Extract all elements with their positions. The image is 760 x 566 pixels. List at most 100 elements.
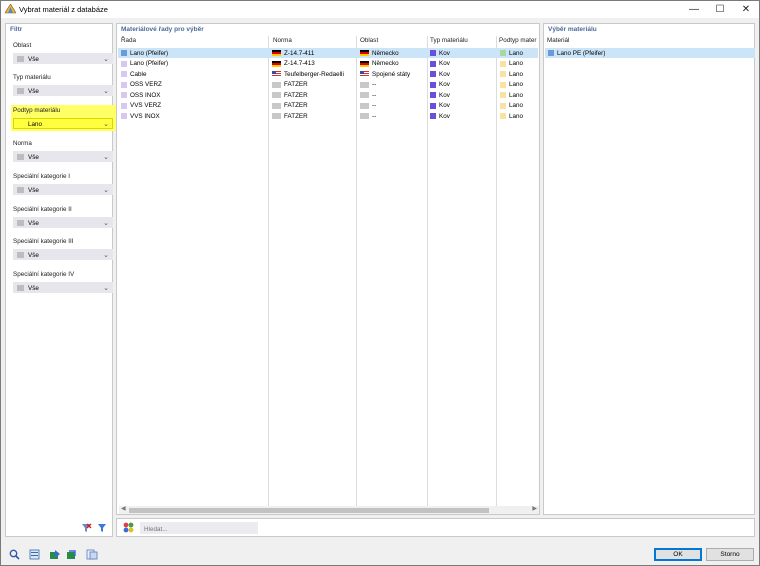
swatch-icon [17,220,24,226]
library-button[interactable] [28,548,41,560]
cell-oblast: -- [372,91,377,99]
col-header-norma[interactable]: Norma [273,37,292,47]
cell-norma: FATZER [284,102,308,109]
podtyp-swatch-icon [500,71,506,77]
col-header-material[interactable]: Materiál [547,37,569,47]
selection-panel: Výběr materiálu Materiál Lano PE (Pfeife… [543,23,755,515]
cell-oblast: -- [372,102,377,109]
typ-materialu-select[interactable]: Vše ⌄ [13,85,113,96]
spec1-value: Vše [28,186,39,194]
cell-oblast: -- [372,112,377,120]
search-input[interactable] [140,522,258,534]
close-icon[interactable]: ✕ [733,1,759,18]
table-row[interactable]: OSS VERZ FATZER -- Kov Lano [118,80,538,90]
series-swatch-icon [121,102,127,109]
chevron-down-icon: ⌄ [103,220,109,227]
flag-icon [272,102,281,109]
filter-title: Filtr [10,26,23,33]
cancel-button[interactable]: Storno [706,548,754,561]
cell-podtyp: Lano [509,70,524,78]
flag-icon [272,71,281,77]
spec3-value: Vše [28,251,39,259]
spec4-value: Vše [28,284,39,292]
minimize-icon[interactable]: — [681,1,707,18]
flag-icon [272,81,281,88]
oblast-select[interactable]: Vše ⌄ [13,53,113,64]
chevron-down-icon: ⌄ [103,285,109,292]
spec-kategorie-4-select[interactable]: Vše ⌄ [13,282,113,293]
series-swatch-icon [121,113,127,119]
podtyp-swatch-icon [500,102,506,109]
podtyp-materialu-select[interactable]: Lano ⌄ [13,118,113,129]
spec2-value: Vše [28,219,39,227]
title-bar: Vybrat materiál z databáze — ☐ ✕ [1,1,759,18]
col-header-rada[interactable]: Řada [121,37,136,47]
chevron-down-icon: ⌄ [103,252,109,259]
spec-kategorie-2-select[interactable]: Vše ⌄ [13,217,113,228]
clear-filter-button[interactable] [80,522,93,534]
import-button[interactable] [48,548,61,560]
chevron-down-icon: ⌄ [103,88,109,95]
cell-oblast: Německo [372,60,399,67]
filter-button[interactable] [95,522,108,534]
cell-typ: Kov [439,70,450,78]
table-row[interactable]: Lano (Pfeifer) Z-14.7-413 Německo Kov Lano [118,59,538,69]
dialog-window: Vybrat materiál z databáze — ☐ ✕ Filtr O… [0,0,760,566]
filter-label-spec3: Speciální kategorie III [13,238,74,245]
maximize-icon[interactable]: ☐ [707,1,733,18]
table-row[interactable]: OSS INOX FATZER -- Kov Lano [118,90,538,100]
scrollbar-thumb[interactable] [129,508,489,513]
typ-swatch-icon [430,71,436,77]
export-button[interactable] [65,548,78,560]
podtyp-swatch-icon [500,81,506,88]
scroll-left-icon[interactable]: ◀ [121,505,126,512]
flag-icon [272,50,281,56]
podtyp-swatch-icon [500,113,506,119]
series-swatch-icon [121,92,127,98]
cell-norma: Z-14.7-411 [284,49,315,57]
import-icon [49,549,60,559]
ok-button[interactable]: OK [654,548,702,561]
col-header-podtyp[interactable]: Podtyp mater [499,37,536,47]
col-header-typ[interactable]: Typ materiálu [430,37,468,47]
filter-label-typ: Typ materiálu [13,74,51,81]
info-button[interactable] [85,548,98,560]
flag-icon [272,113,281,119]
chevron-down-icon: ⌄ [103,56,109,63]
flag-icon [360,50,369,56]
search-material-button[interactable] [8,548,21,560]
scroll-right-icon[interactable]: ▶ [532,505,537,512]
material-swatch-icon [548,50,554,56]
col-header-oblast[interactable]: Oblast [360,37,378,47]
color-palette-button[interactable] [122,521,135,533]
library-icon [29,549,39,559]
spec-kategorie-3-select[interactable]: Vše ⌄ [13,249,113,260]
cell-podtyp: Lano [509,112,524,120]
table-row[interactable]: VVS VERZ FATZER -- Kov Lano [118,101,538,111]
selected-material-row[interactable]: Lano PE (Pfeifer) [545,48,755,58]
chevron-down-icon: ⌄ [103,121,109,128]
cell-norma: Z-14.7-413 [284,60,315,67]
spec-kategorie-1-select[interactable]: Vše ⌄ [13,184,113,195]
filter-label-norma: Norma [13,140,32,147]
series-title: Materiálové řady pro výběr [121,26,204,33]
cell-typ: Kov [439,49,450,57]
palette-icon [123,522,134,532]
cell-norma: FATZER [284,91,308,99]
cell-norma: FATZER [284,81,308,88]
horizontal-scrollbar[interactable]: ◀ ▶ [119,506,539,514]
cell-typ: Kov [439,112,450,120]
window-title: Vybrat materiál z databáze [19,5,108,14]
table-row[interactable]: VVS INOX FATZER -- Kov Lano [118,111,538,121]
selected-material-label: Lano PE (Pfeifer) [557,49,606,57]
table-row[interactable]: Lano (Pfeifer) Z-14.7-411 Německo Kov Lano [118,48,538,58]
cell-podtyp: Lano [509,49,524,57]
cell-rada: VVS VERZ [130,102,162,109]
filter-icon [97,524,106,532]
flag-icon [272,92,281,98]
swatch-icon [17,88,24,94]
cell-typ: Kov [439,91,450,99]
table-row[interactable]: Cable Teufelberger-Redaelli Spojené státy K… [118,69,538,79]
norma-select[interactable]: Vše ⌄ [13,151,113,162]
cell-rada: VVS INOX [130,112,160,120]
